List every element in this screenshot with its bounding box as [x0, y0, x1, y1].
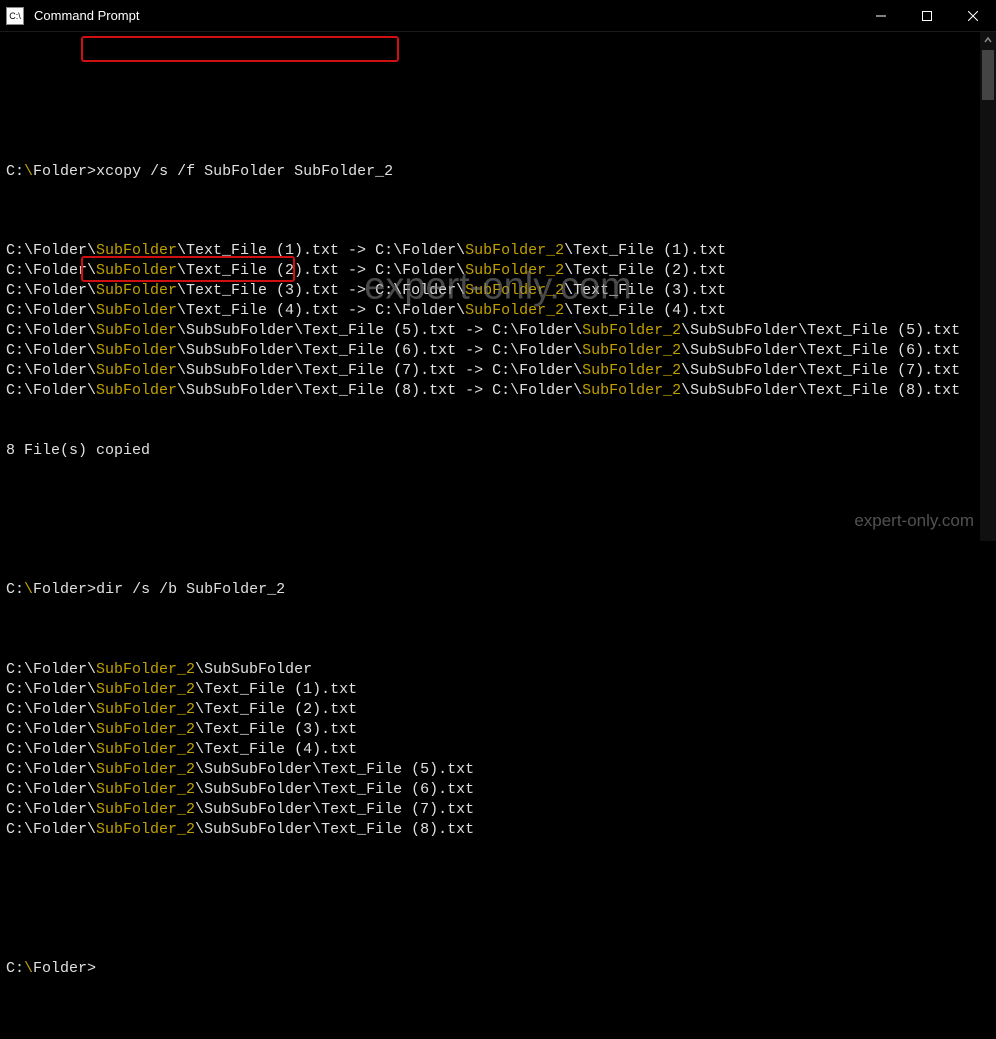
xcopy-highlight-box: [81, 36, 399, 62]
output-line: C:\Folder\SubFolder_2\SubSubFolder\Text_…: [6, 780, 990, 800]
output-line: C:\Folder\SubFolder_2\SubSubFolder: [6, 660, 990, 680]
output-line: C:\Folder\SubFolder_2\SubSubFolder\Text_…: [6, 800, 990, 820]
xcopy-summary: 8 File(s) copied: [6, 441, 990, 461]
output-line: C:\Folder\SubFolder\Text_File (4).txt ->…: [6, 301, 990, 321]
scrollbar[interactable]: [980, 32, 996, 541]
titlebar[interactable]: C:\ Command Prompt: [0, 0, 996, 32]
prompt: C:\Folder>: [6, 960, 96, 977]
prompt: C:\Folder>: [6, 163, 96, 180]
maximize-button[interactable]: [904, 0, 950, 31]
output-line: C:\Folder\SubFolder\SubSubFolder\Text_Fi…: [6, 341, 990, 361]
output-line: C:\Folder\SubFolder\Text_File (1).txt ->…: [6, 241, 990, 261]
window-controls: [858, 0, 996, 31]
output-line: C:\Folder\SubFolder\Text_File (2).txt ->…: [6, 261, 990, 281]
output-line: C:\Folder\SubFolder_2\Text_File (2).txt: [6, 700, 990, 720]
output-line: C:\Folder\SubFolder_2\SubSubFolder\Text_…: [6, 760, 990, 780]
dir-output-block: C:\Folder\SubFolder_2\SubSubFolderC:\Fol…: [6, 660, 990, 839]
terminal-body[interactable]: C:\Folder>xcopy /s /f SubFolder SubFolde…: [0, 32, 996, 541]
cmd-line-idle: C:\Folder>: [6, 959, 990, 979]
command-text: xcopy /s /f SubFolder SubFolder_2: [96, 163, 393, 180]
output-line: C:\Folder\SubFolder\SubSubFolder\Text_Fi…: [6, 361, 990, 381]
output-line: C:\Folder\SubFolder_2\SubSubFolder\Text_…: [6, 820, 990, 840]
output-line: C:\Folder\SubFolder\SubSubFolder\Text_Fi…: [6, 381, 990, 401]
scroll-up-icon[interactable]: [980, 32, 996, 48]
cmd-line-dir: C:\Folder>dir /s /b SubFolder_2: [6, 580, 990, 600]
window-title: Command Prompt: [34, 8, 858, 23]
output-line: C:\Folder\SubFolder\SubSubFolder\Text_Fi…: [6, 321, 990, 341]
output-line: C:\Folder\SubFolder_2\Text_File (4).txt: [6, 740, 990, 760]
close-button[interactable]: [950, 0, 996, 31]
minimize-button[interactable]: [858, 0, 904, 31]
output-line: C:\Folder\SubFolder_2\Text_File (1).txt: [6, 680, 990, 700]
cmd-icon: C:\: [6, 7, 24, 25]
scroll-thumb[interactable]: [982, 50, 994, 100]
xcopy-output-block: C:\Folder\SubFolder\Text_File (1).txt ->…: [6, 241, 990, 401]
blank-line: [6, 879, 990, 899]
command-text: dir /s /b SubFolder_2: [96, 581, 285, 598]
output-line: C:\Folder\SubFolder_2\Text_File (3).txt: [6, 720, 990, 740]
output-line: C:\Folder\SubFolder\Text_File (3).txt ->…: [6, 281, 990, 301]
cmd-line-xcopy: C:\Folder>xcopy /s /f SubFolder SubFolde…: [6, 162, 990, 182]
blank-line: [6, 501, 990, 521]
prompt: C:\Folder>: [6, 581, 96, 598]
